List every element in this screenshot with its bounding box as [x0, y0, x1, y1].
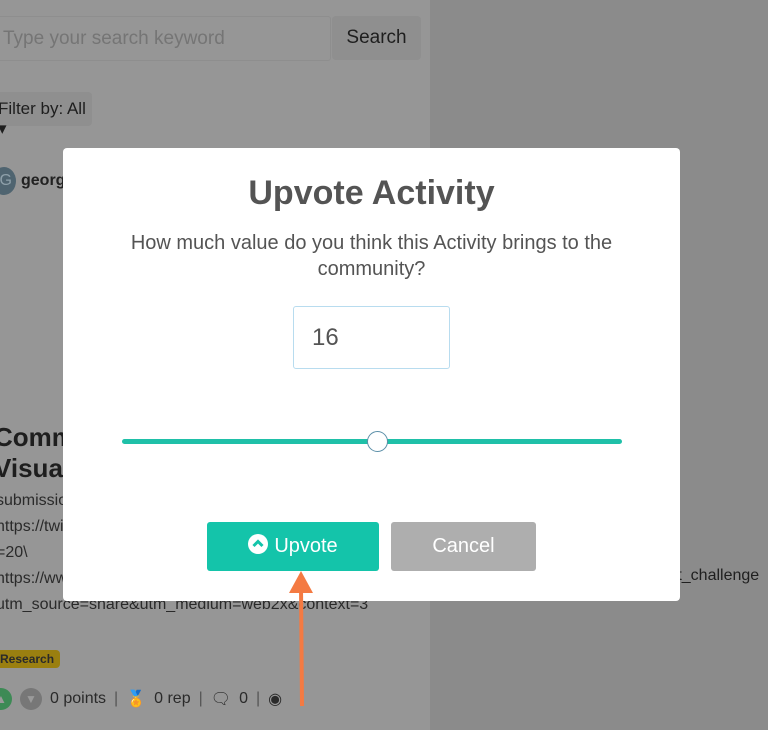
upvote-label: Upvote [274, 535, 338, 557]
comments-count: 0 [239, 690, 248, 707]
comments-icon[interactable]: 🗨 [211, 689, 231, 709]
annotation-arrow-icon [289, 571, 313, 707]
upvote-modal: Upvote Activity How much value do you th… [63, 148, 680, 601]
modal-title: Upvote Activity [248, 174, 495, 212]
upvote-icon[interactable]: ▲ [0, 688, 12, 710]
globe-icon[interactable]: ◉ [268, 689, 282, 709]
rep-count: 0 rep [154, 690, 191, 707]
divider: | [114, 690, 119, 707]
tag-badge[interactable]: Research [0, 650, 61, 668]
divider: | [255, 690, 261, 707]
divider: | [198, 690, 203, 707]
background-text: rt_challenge [672, 567, 760, 584]
value-slider-thumb[interactable] [367, 431, 388, 452]
points-count: 0 points [50, 690, 107, 707]
username[interactable]: georg [21, 172, 65, 190]
modal-subtitle: How much value do you think this Activit… [130, 232, 613, 280]
downvote-icon[interactable]: ▼ [20, 688, 42, 710]
post-stats: ▲ ▼ 0 points | 🏅 0 rep | 🗨 0 | ◉ [0, 688, 282, 710]
avatar: G [0, 167, 16, 195]
search-input[interactable] [0, 16, 331, 61]
filter-dropdown[interactable]: Filter by: All ▾ [0, 92, 92, 138]
cancel-button[interactable]: Cancel [391, 522, 536, 571]
upvote-value-input[interactable] [293, 306, 450, 369]
search-button[interactable]: Search [332, 16, 421, 60]
chevron-up-circle-icon [248, 533, 269, 560]
medal-icon: 🏅 [126, 691, 147, 708]
upvote-button[interactable]: Upvote [207, 522, 379, 571]
